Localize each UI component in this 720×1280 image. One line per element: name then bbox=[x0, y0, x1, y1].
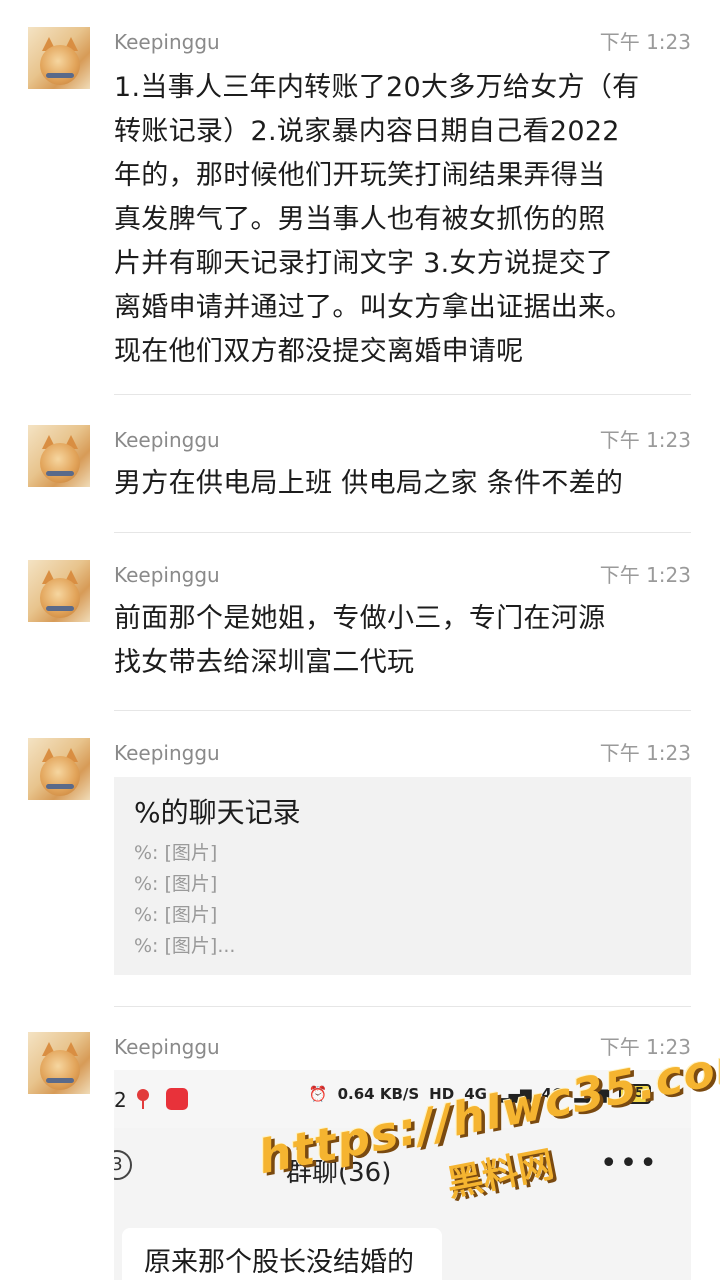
sender-name[interactable]: Keepinggu bbox=[114, 30, 220, 54]
status-right: ⏰ 0.64 KB/S HD 4G ▂▄▆ 4G ▂▄▆ 65 bbox=[309, 1084, 651, 1104]
cat-avatar-icon[interactable] bbox=[28, 1032, 90, 1094]
message-line: 转账记录）2.说家暴内容日期自己看2022 bbox=[114, 116, 620, 147]
message-line: 真发脾气了。男当事人也有被女抓伤的照 bbox=[114, 204, 606, 235]
chat-bubble: 原来那个股长没结婚的 bbox=[122, 1228, 442, 1280]
sender-name[interactable]: Keepinggu bbox=[114, 563, 220, 587]
chat-record-item: %: [图片] bbox=[134, 904, 218, 926]
screenshot-status-bar: 2 ⏰ 0.64 KB/S HD 4G ▂▄▆ 4G ▂▄▆ 65 bbox=[114, 1070, 691, 1128]
cat-avatar-icon[interactable] bbox=[28, 560, 90, 622]
more-icon: ••• bbox=[599, 1146, 659, 1181]
cat-avatar-icon[interactable] bbox=[28, 738, 90, 800]
app-notification-icon bbox=[166, 1088, 188, 1110]
message-line: 片并有聊天记录打闹文字 3.女方说提交了 bbox=[114, 248, 614, 279]
signal-icon: ▂▄▆ bbox=[496, 1085, 532, 1103]
divider bbox=[114, 710, 691, 711]
location-pin-icon bbox=[137, 1089, 149, 1109]
group-chat-title: 群聊(36) bbox=[286, 1158, 392, 1188]
message-time: 下午 1:23 bbox=[599, 741, 691, 765]
divider bbox=[114, 532, 691, 533]
message-line: 离婚申请并通过了。叫女方拿出证据出来。 bbox=[114, 292, 633, 323]
sender-name[interactable]: Keepinggu bbox=[114, 1035, 220, 1059]
message-time: 下午 1:23 bbox=[599, 30, 691, 54]
message-line: 前面那个是她姐，专做小三，专门在河源 bbox=[114, 603, 606, 634]
cat-avatar-icon[interactable] bbox=[28, 425, 90, 487]
chat-record-item: %: [图片] bbox=[134, 873, 218, 895]
chat-record-card[interactable]: %的聊天记录 %: [图片] %: [图片] %: [图片] %: [图片]..… bbox=[114, 777, 691, 975]
message-line: 1.当事人三年内转账了20大多万给女方（有 bbox=[114, 72, 640, 103]
network-type: 4G bbox=[541, 1085, 565, 1103]
sender-name[interactable]: Keepinggu bbox=[114, 428, 220, 452]
message-line: 年的，那时候他们开玩笑打闹结果弄得当 bbox=[114, 160, 606, 191]
message-text[interactable]: 男方在供电局上班 供电局之家 条件不差的 bbox=[114, 462, 696, 506]
back-icon: 3 bbox=[114, 1150, 132, 1180]
chat-record-item: %: [图片]... bbox=[134, 935, 236, 957]
message-line: 男方在供电局上班 供电局之家 条件不差的 bbox=[114, 468, 624, 499]
signal-icon: ▂▄▆ bbox=[574, 1085, 609, 1103]
divider bbox=[114, 1006, 691, 1007]
message-text[interactable]: 1.当事人三年内转账了20大多万给女方（有 转账记录）2.说家暴内容日期自己看2… bbox=[114, 66, 696, 374]
cat-avatar-icon[interactable] bbox=[28, 27, 90, 89]
chat-record-item: %: [图片] bbox=[134, 842, 218, 864]
battery-icon: 65 bbox=[618, 1084, 651, 1104]
message-text[interactable]: 前面那个是她姐，专做小三，专门在河源 找女带去给深圳富二代玩 bbox=[114, 597, 696, 685]
hd-badge: HD bbox=[429, 1085, 455, 1103]
bubble-text: 原来那个股长没结婚的 bbox=[144, 1247, 414, 1278]
message-time: 下午 1:23 bbox=[599, 428, 691, 452]
divider bbox=[114, 394, 691, 395]
sender-name[interactable]: Keepinggu bbox=[114, 741, 220, 765]
net-speed: 0.64 KB/S bbox=[337, 1085, 420, 1103]
network-type: 4G bbox=[464, 1085, 487, 1103]
message-time: 下午 1:23 bbox=[599, 563, 691, 587]
status-number: 2 bbox=[114, 1088, 127, 1112]
alarm-icon: ⏰ bbox=[308, 1085, 328, 1103]
message-line: 现在他们双方都没提交离婚申请呢 bbox=[114, 336, 524, 367]
screenshot-title-bar: 3 群聊(36) ••• bbox=[114, 1128, 691, 1208]
message-line: 找女带去给深圳富二代玩 bbox=[114, 647, 415, 678]
chat-record-title: %的聊天记录 bbox=[134, 796, 301, 829]
image-message[interactable]: 2 ⏰ 0.64 KB/S HD 4G ▂▄▆ 4G ▂▄▆ 65 3 群聊(3… bbox=[114, 1070, 691, 1280]
message-time: 下午 1:23 bbox=[599, 1035, 691, 1059]
